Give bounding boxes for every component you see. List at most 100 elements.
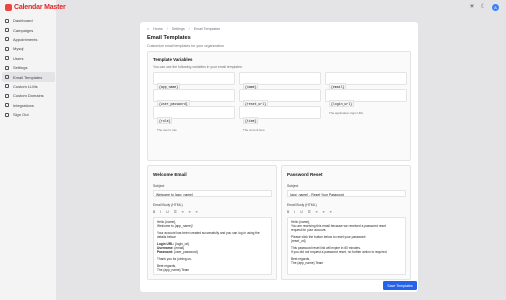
format-tool-icon[interactable]: ≡ xyxy=(316,210,318,214)
moon-icon[interactable]: ☾ xyxy=(481,4,486,10)
nav-icon xyxy=(5,93,9,98)
body-line-text: The {app_name} Team xyxy=(291,261,324,265)
body-line-text: {user_password} xyxy=(173,250,198,254)
welcome-subject-input[interactable]: Welcome to {app_name} xyxy=(153,190,272,197)
body-line-text: Welcome to {app_name}! xyxy=(157,224,193,228)
breadcrumb-home[interactable]: Home xyxy=(153,27,163,31)
sidebar-item-label: Settings xyxy=(13,65,28,71)
format-tool-icon[interactable]: ≡ xyxy=(323,210,325,214)
sidebar-item-label: Custom Domains xyxy=(13,93,44,99)
nav-icon xyxy=(5,75,9,80)
welcome-email-title: Welcome Email xyxy=(153,172,187,177)
variable-description: The current time xyxy=(243,127,265,132)
avatar[interactable]: A xyxy=(492,3,499,11)
nav-icon xyxy=(5,112,9,117)
variable-description: The application login URL xyxy=(329,110,364,115)
breadcrumb-current: Email Templates xyxy=(193,27,221,31)
breadcrumb-settings[interactable]: Settings xyxy=(172,27,185,31)
sidebar-item-integrations[interactable]: Integrations xyxy=(2,101,55,110)
page-title: Email Templates xyxy=(147,35,191,41)
sidebar-item-users[interactable]: Users xyxy=(2,54,55,63)
page-subtitle: Customize email templates for your organ… xyxy=(147,44,224,48)
sidebar-item-dashboard[interactable]: Dashboard xyxy=(2,16,55,25)
variable-item: {reset_url}The password reset URL (for p… xyxy=(239,89,321,115)
sidebar: Calendar Master Dashboard Campaigns Appoin… xyxy=(0,0,66,300)
nav-icon xyxy=(5,103,9,108)
nav-icon xyxy=(5,28,9,33)
variable-code: {time} xyxy=(243,117,259,124)
sidebar-item-custom-llms[interactable]: Custom LLMs xyxy=(2,82,55,91)
sidebar-item-label: Campaigns xyxy=(13,27,34,33)
format-tool-icon[interactable]: ≡ xyxy=(189,210,191,214)
home-icon[interactable]: ⌂ xyxy=(147,27,149,31)
sidebar-item-label: Mysql xyxy=(13,46,24,52)
editor-toolbar: B I U ☰ ≡ ≡ ≡ xyxy=(287,210,332,214)
body-line-text: If you did not request a password reset,… xyxy=(291,250,388,254)
format-tool-icon[interactable]: B xyxy=(287,210,289,214)
body-label: Email Body (HTML) xyxy=(153,203,183,207)
body-line-text: {reset_url} xyxy=(291,239,306,243)
sidebar-item-custom-domains[interactable]: Custom Domains xyxy=(2,91,55,100)
breadcrumb: ⌂ Home / Settings / Email Templates xyxy=(147,27,220,31)
sidebar-item-label: Users xyxy=(13,55,24,61)
body-line: If you did not request a password reset,… xyxy=(291,250,402,254)
subject-label: Subject xyxy=(153,184,165,188)
nav-icon xyxy=(5,84,9,89)
body-line: The {app_name} Team xyxy=(291,261,402,265)
breadcrumb-separator: / xyxy=(166,27,168,31)
format-tool-icon[interactable]: ≡ xyxy=(182,210,184,214)
variables-description: You can use the following variables in y… xyxy=(153,65,243,69)
format-tool-icon[interactable]: ☰ xyxy=(174,210,177,214)
variable-item: {role} The user's role xyxy=(153,106,235,132)
variable-description: The user's role xyxy=(157,127,177,132)
format-tool-icon[interactable]: ≡ xyxy=(196,210,198,214)
variable-code: {role} xyxy=(157,117,173,124)
variable-item: {app_name}The name of your application xyxy=(153,72,235,98)
variable-item: {login_url} The application login URL xyxy=(325,89,407,115)
body-line-text: The {app_name} Team xyxy=(157,268,190,272)
password-reset-title: Password Reset xyxy=(287,172,323,177)
nav-icon xyxy=(5,46,9,51)
main-panel: ⌂ Home / Settings / Email Templates Emai… xyxy=(140,22,418,292)
sidebar-item-appointments[interactable]: Appointments xyxy=(2,35,55,44)
variable-item: {email}The recipient's email address xyxy=(325,72,407,98)
app-window: Calendar Master Dashboard Campaigns Appoin… xyxy=(0,0,506,300)
format-tool-icon[interactable]: ☰ xyxy=(308,210,311,214)
nav-icon xyxy=(5,37,9,42)
body-line-text: Thank you for joining us. xyxy=(157,257,192,261)
sidebar-item-email-templates[interactable]: Email Templates xyxy=(2,72,55,82)
format-tool-icon[interactable]: U xyxy=(166,210,168,214)
template-variables-card: Template Variables You can use the follo… xyxy=(147,51,411,161)
variables-title: Template Variables xyxy=(153,57,193,62)
sun-icon[interactable]: ☀ xyxy=(469,4,474,10)
reset-subject-input[interactable]: {app_name} - Reset Your Password xyxy=(287,190,406,197)
sidebar-item-label: Sign Out xyxy=(13,112,29,118)
body-line: The {app_name} Team xyxy=(157,268,268,272)
format-tool-icon[interactable]: B xyxy=(153,210,155,214)
variable-item: {name}The recipient's name xyxy=(239,72,321,98)
sidebar-item-campaigns[interactable]: Campaigns xyxy=(2,25,55,34)
sidebar-item-sign-out[interactable]: Sign Out xyxy=(2,110,55,119)
welcome-body-editor[interactable]: Hello {name}, Welcome to {app_name}! Your … xyxy=(153,217,272,275)
breadcrumb-separator: / xyxy=(188,27,190,31)
format-tool-icon[interactable]: U xyxy=(300,210,302,214)
sidebar-item-mysql[interactable]: Mysql xyxy=(2,44,55,53)
format-tool-icon[interactable]: I xyxy=(160,210,161,214)
sidebar-nav: Dashboard Campaigns Appointments Mysql Users… xyxy=(2,16,55,119)
sidebar-item-settings[interactable]: Settings xyxy=(2,63,55,72)
sidebar-item-label: Dashboard xyxy=(13,18,33,24)
nav-icon xyxy=(5,56,9,61)
reset-body-editor[interactable]: Hello {name}, You are receiving this emai… xyxy=(287,217,406,275)
save-templates-button[interactable]: Save Templates xyxy=(383,281,417,290)
sidebar-item-label: Custom LLMs xyxy=(13,83,38,89)
sidebar-item-label: Integrations xyxy=(13,102,34,108)
body-line-text: request for your account. xyxy=(291,228,327,232)
password-reset-card: Password Reset Subject {app_name} - Rese… xyxy=(281,165,411,280)
variable-item: {time} The current time xyxy=(239,106,321,132)
body-line-bold: Password: xyxy=(157,250,174,254)
format-tool-icon[interactable]: ≡ xyxy=(330,210,332,214)
sidebar-item-label: Appointments xyxy=(13,36,38,42)
variable-item: {user_password}Password information for … xyxy=(153,89,235,115)
nav-icon xyxy=(5,65,9,70)
format-tool-icon[interactable]: I xyxy=(294,210,295,214)
